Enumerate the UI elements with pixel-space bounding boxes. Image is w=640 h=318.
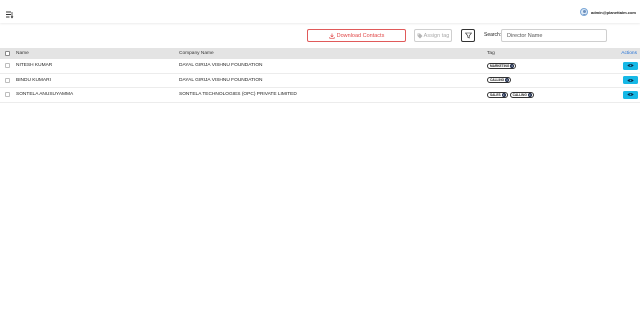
user-menu[interactable]: admin@planettalm.com	[579, 7, 636, 17]
remove-tag-icon[interactable]: ×	[527, 92, 532, 97]
column-header-actions: Actions	[621, 51, 637, 56]
download-icon	[329, 33, 335, 39]
column-header-name[interactable]: Name	[16, 51, 179, 56]
company-name: DAYAL GIRIJA VISHNU FOUNDATION	[179, 63, 263, 69]
table-header-row: Name Company Name Tag Actions	[0, 48, 640, 59]
remove-tag-icon[interactable]: ×	[510, 63, 515, 68]
filter-funnel-icon	[464, 32, 472, 39]
column-header-company[interactable]: Company Name	[179, 51, 487, 56]
contact-name: SONTELA ANUSUYAMMA	[16, 92, 74, 98]
company-name: DAYAL GIRIJA VISHNU FOUNDATION	[179, 77, 263, 83]
tag-label: CALLING	[512, 92, 527, 97]
tag-chip: CALLING ×	[509, 91, 534, 98]
eye-icon	[627, 78, 634, 82]
select-all-cell	[0, 51, 16, 56]
download-contacts-label: Download Contacts	[336, 32, 385, 39]
tag-chip: SALES ×	[487, 91, 508, 98]
remove-tag-icon[interactable]: ×	[501, 92, 506, 97]
tag-label: CALLING	[490, 78, 505, 83]
row-select-cell	[0, 77, 16, 83]
select-all-checkbox[interactable]	[5, 51, 10, 56]
search-label: Search:	[484, 32, 502, 38]
row-actions	[607, 61, 640, 70]
contacts-table: Name Company Name Tag Actions NITESH KUM…	[0, 48, 640, 103]
row-checkbox[interactable]	[5, 77, 10, 83]
row-actions	[607, 90, 640, 99]
column-header-tag[interactable]: Tag	[487, 51, 607, 56]
user-avatar-icon[interactable]	[579, 8, 588, 16]
table-row: SONTELA ANUSUYAMMA SONTELA TECHNOLOGIES …	[0, 88, 640, 103]
tag-chip: CALLING ×	[487, 77, 512, 84]
assign-tag-label: Assign tag	[423, 32, 450, 39]
download-contacts-button[interactable]: Download Contacts	[307, 29, 406, 42]
tag-list: MARKETING ×	[487, 62, 607, 69]
view-contact-button[interactable]	[623, 90, 638, 99]
contact-name: NITESH KUMAR	[16, 63, 53, 69]
assign-tag-button[interactable]: Assign tag	[414, 29, 452, 42]
tag-label: SALES	[490, 92, 501, 97]
table-row: NITESH KUMAR DAYAL GIRIJA VISHNU FOUNDAT…	[0, 59, 640, 74]
tag-icon	[417, 33, 423, 38]
remove-tag-icon[interactable]: ×	[505, 78, 510, 83]
eye-icon	[627, 64, 634, 68]
table-row: BINDU KUMARI DAYAL GIRIJA VISHNU FOUNDAT…	[0, 74, 640, 88]
eye-icon	[627, 93, 634, 97]
user-email: admin@planettalm.com	[590, 9, 636, 15]
search-input[interactable]	[501, 29, 607, 42]
row-checkbox[interactable]	[5, 92, 10, 98]
row-select-cell	[0, 92, 16, 98]
row-actions	[607, 76, 640, 85]
top-bar: admin@planettalm.com	[0, 0, 640, 23]
tag-list: SALES × CALLING ×	[487, 91, 607, 98]
view-contact-button[interactable]	[623, 61, 638, 70]
tag-label: MARKETING	[490, 63, 510, 68]
tag-list: CALLING ×	[487, 77, 607, 84]
tag-chip: MARKETING ×	[487, 62, 517, 69]
filter-button[interactable]	[461, 29, 475, 42]
menu-toggle-icon[interactable]	[5, 6, 14, 19]
contact-name: BINDU KUMARI	[16, 77, 51, 83]
row-select-cell	[0, 63, 16, 69]
row-checkbox[interactable]	[5, 63, 10, 69]
view-contact-button[interactable]	[623, 76, 638, 85]
company-name: SONTELA TECHNOLOGIES (OPC) PRIVATE LIMIT…	[179, 92, 297, 98]
